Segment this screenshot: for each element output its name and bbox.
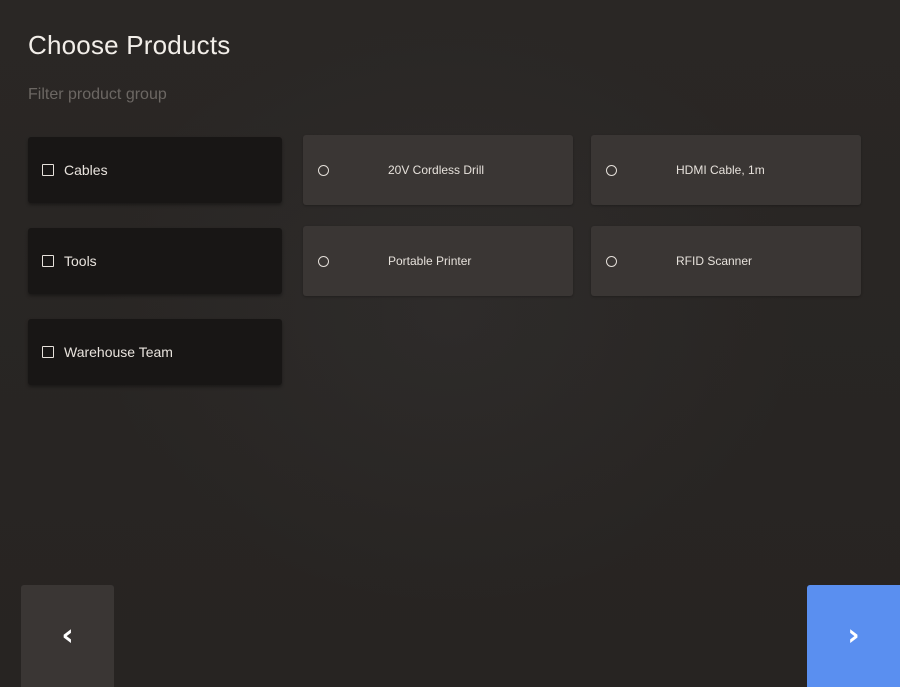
page-title: Choose Products — [28, 30, 231, 60]
product-label: RFID Scanner — [676, 254, 753, 268]
group-label: Warehouse Team — [64, 344, 173, 360]
radio-icon[interactable] — [606, 164, 617, 176]
radio-icon[interactable] — [606, 255, 617, 267]
product-option-rfid-scanner[interactable]: RFID Scanner — [591, 226, 861, 296]
filter-group-label: Filter product group — [28, 86, 167, 103]
product-option-cordless-drill[interactable]: 20V Cordless Drill — [303, 135, 573, 205]
chevron-left-icon: ‹ — [61, 618, 74, 653]
product-option-portable-printer[interactable]: Portable Printer — [303, 226, 573, 296]
product-label: HDMI Cable, 1m — [676, 163, 765, 177]
group-item-warehouse-team[interactable]: Warehouse Team — [28, 319, 282, 385]
checkbox-icon[interactable] — [42, 255, 54, 267]
group-item-tools[interactable]: Tools — [28, 228, 282, 294]
choose-products-screen: Choose Products Filter product group Cab… — [0, 0, 900, 687]
back-button[interactable]: ‹ — [21, 585, 114, 687]
radio-icon[interactable] — [318, 255, 329, 267]
radio-icon[interactable] — [318, 164, 329, 176]
group-item-cables[interactable]: Cables — [28, 137, 282, 203]
chevron-right-icon: › — [847, 618, 860, 653]
product-option-hdmi-cable[interactable]: HDMI Cable, 1m — [591, 135, 861, 205]
group-label: Tools — [64, 253, 97, 269]
checkbox-icon[interactable] — [42, 346, 54, 358]
product-label: 20V Cordless Drill — [388, 163, 485, 177]
group-label: Cables — [64, 162, 108, 178]
next-button[interactable]: › — [807, 585, 900, 687]
checkbox-icon[interactable] — [42, 164, 54, 176]
product-group-filter-list: Cables Tools Warehouse Team — [28, 137, 282, 410]
product-label: Portable Printer — [388, 254, 472, 268]
